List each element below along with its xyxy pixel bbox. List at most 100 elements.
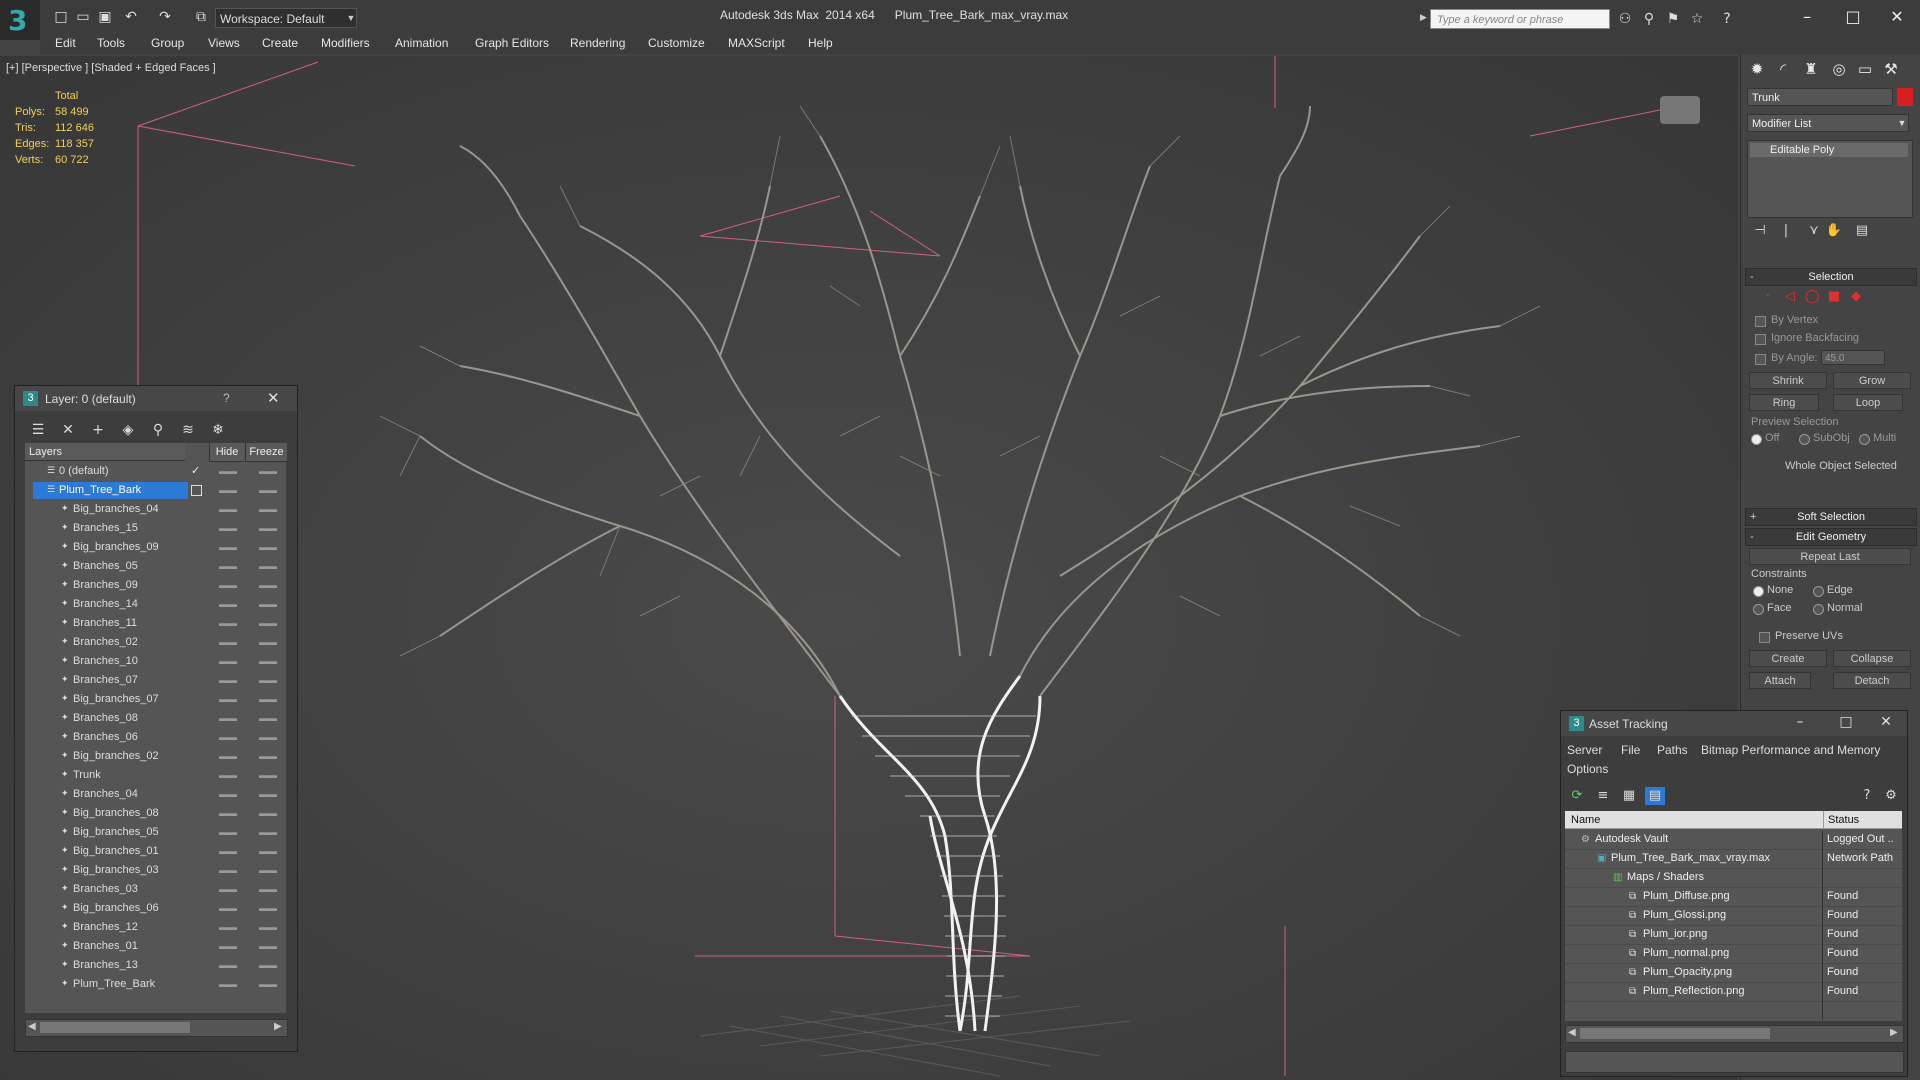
freeze-toggle[interactable]: ▬▬ — [259, 576, 277, 595]
layer-object-row[interactable]: ✦ Branches_01 ▬▬ ▬▬ — [25, 937, 286, 956]
layer-object-row[interactable]: ✦ Big_branches_05 ▬▬ ▬▬ — [25, 823, 286, 842]
freeze-toggle[interactable]: ▬▬ — [259, 538, 277, 557]
layer-row-plum-tree-bark[interactable]: ☰ Plum_Tree_Bark ▬▬ ▬▬ — [25, 481, 286, 500]
menu-maxscript[interactable]: MAXScript — [728, 36, 785, 50]
create-button[interactable]: Create — [1749, 650, 1827, 667]
motion-tab-icon[interactable]: ◎ — [1827, 58, 1851, 80]
layer-object-row[interactable]: ✦ Branches_04 ▬▬ ▬▬ — [25, 785, 286, 804]
polygon-mode-icon[interactable]: ■ — [1827, 290, 1841, 304]
freeze-toggle[interactable]: ▬▬ — [259, 652, 277, 671]
layer-window-titlebar[interactable]: 3 Layer: 0 (default) ? ✕ — [15, 386, 297, 411]
layer-horizontal-scrollbar[interactable]: ◀ ▶ — [25, 1019, 288, 1037]
freeze-toggle[interactable]: ▬▬ — [259, 823, 277, 842]
viewcube-icon[interactable] — [1660, 96, 1700, 124]
layer-object-row[interactable]: ✦ Branches_14 ▬▬ ▬▬ — [25, 595, 286, 614]
menu-rendering[interactable]: Rendering — [570, 36, 625, 50]
freeze-toggle[interactable]: ▬▬ — [259, 956, 277, 975]
freeze-toggle[interactable]: ▬▬ — [259, 899, 277, 918]
freeze-toggle[interactable]: ▬▬ — [259, 690, 277, 709]
name-column-header[interactable]: Name — [1565, 811, 1823, 829]
layer-object-row[interactable]: ✦ Big_branches_06 ▬▬ ▬▬ — [25, 899, 286, 918]
hide-toggle[interactable]: ▬▬ — [219, 747, 237, 766]
menu-modifiers[interactable]: Modifiers — [321, 36, 370, 50]
repeat-last-button[interactable]: Repeat Last — [1749, 548, 1911, 565]
asset-path-field[interactable] — [1565, 1051, 1904, 1073]
constraint-none-radio[interactable] — [1753, 586, 1764, 597]
asset-row[interactable]: ▥ Maps / Shaders — [1565, 868, 1902, 888]
object-name-field[interactable]: Trunk — [1747, 88, 1893, 106]
constraint-edge-radio[interactable] — [1813, 586, 1824, 597]
asset-row[interactable]: ⧉ Plum_Reflection.png Found — [1565, 982, 1902, 1002]
freeze-toggle[interactable]: ▬▬ — [259, 633, 277, 652]
freeze-toggle[interactable]: ▬▬ — [259, 728, 277, 747]
by-angle-spinner[interactable]: 45.0 — [1821, 350, 1885, 365]
freeze-column-header[interactable]: Freeze — [245, 443, 287, 462]
delete-layer-icon[interactable]: ✕ — [57, 420, 79, 440]
ring-button[interactable]: Ring — [1749, 394, 1819, 411]
edit-geometry-rollout-header[interactable]: - Edit Geometry — [1745, 528, 1917, 546]
by-vertex-checkbox[interactable] — [1755, 316, 1766, 327]
object-color-swatch[interactable] — [1897, 88, 1913, 106]
freeze-toggle[interactable]: ▬▬ — [259, 975, 277, 994]
hide-toggle[interactable]: ▬▬ — [219, 880, 237, 899]
constraint-face-radio[interactable] — [1753, 604, 1764, 615]
layer-object-row[interactable]: ✦ Big_branches_01 ▬▬ ▬▬ — [25, 842, 286, 861]
by-angle-checkbox[interactable] — [1755, 354, 1766, 365]
asset-menu-paths[interactable]: Paths — [1657, 743, 1688, 757]
hide-toggle[interactable]: ▬▬ — [219, 804, 237, 823]
attach-button[interactable]: Attach — [1749, 672, 1811, 689]
save-file-icon[interactable]: ▣ — [96, 8, 114, 26]
freeze-toggle[interactable]: ▬▬ — [259, 766, 277, 785]
close-icon[interactable]: ✕ — [1874, 4, 1920, 30]
modifier-stack[interactable]: Editable Poly — [1747, 140, 1913, 218]
asset-row[interactable]: ⧉ Plum_Glossi.png Found — [1565, 906, 1902, 926]
layer-object-row[interactable]: ✦ Big_branches_04 ▬▬ ▬▬ — [25, 500, 286, 519]
preview-multi-radio[interactable] — [1859, 434, 1870, 445]
freeze-toggle[interactable]: ▬▬ — [259, 880, 277, 899]
chevron-down-icon[interactable]: ▼ — [344, 8, 358, 28]
search-input[interactable]: Type a keyword or phrase — [1430, 9, 1610, 29]
asset-row[interactable]: ⚙ Autodesk Vault Logged Out .. — [1565, 830, 1902, 850]
highlight-layer-icon[interactable]: ⚲ — [147, 420, 169, 440]
shrink-button[interactable]: Shrink — [1749, 372, 1827, 389]
menu-help[interactable]: Help — [808, 36, 833, 50]
scroll-right-icon[interactable]: ▶ — [274, 1021, 282, 1032]
layer-row-default[interactable]: ☰ 0 (default) ✓ ▬▬ ▬▬ — [25, 462, 286, 481]
menu-group[interactable]: Group — [151, 36, 184, 50]
viewport-label[interactable]: [+] [Perspective ] [Shaded + Edged Faces… — [6, 62, 216, 74]
asset-row[interactable]: ⧉ Plum_ior.png Found — [1565, 925, 1902, 945]
loop-button[interactable]: Loop — [1833, 394, 1903, 411]
hide-toggle[interactable]: ▬▬ — [219, 671, 237, 690]
freeze-toggle[interactable]: ▬▬ — [259, 747, 277, 766]
close-icon[interactable]: ✕ — [1871, 714, 1901, 730]
freeze-toggle[interactable]: ▬▬ — [259, 937, 277, 956]
minimize-icon[interactable]: – — [1784, 4, 1830, 30]
selection-rollout-header[interactable]: - Selection — [1745, 268, 1917, 286]
menu-create[interactable]: Create — [262, 36, 298, 50]
element-mode-icon[interactable]: ◆ — [1849, 290, 1863, 304]
scroll-left-icon[interactable]: ◀ — [1568, 1027, 1576, 1038]
chevron-right-icon[interactable]: ▶ — [1420, 12, 1427, 23]
close-icon[interactable]: ✕ — [267, 389, 280, 407]
hide-toggle[interactable]: ▬▬ — [219, 842, 237, 861]
detach-button[interactable]: Detach — [1833, 672, 1911, 689]
hide-toggle[interactable]: ▬▬ — [219, 709, 237, 728]
help-icon[interactable]: ? — [223, 391, 230, 405]
soft-selection-rollout-header[interactable]: + Soft Selection — [1745, 508, 1917, 526]
app-logo-icon[interactable]: 3 — [0, 0, 40, 40]
utilities-tab-icon[interactable]: ⚒ — [1879, 58, 1903, 80]
help-icon[interactable]: ? — [1857, 787, 1877, 805]
chevron-down-icon[interactable]: ▼ — [1895, 114, 1909, 132]
collapse-button[interactable]: Collapse — [1833, 650, 1911, 667]
hide-toggle[interactable]: ▬▬ — [219, 614, 237, 633]
binoculars-icon[interactable]: ⚇ — [1616, 10, 1634, 28]
freeze-toggle[interactable]: ▬▬ — [259, 557, 277, 576]
scroll-right-icon[interactable]: ▶ — [1890, 1027, 1898, 1038]
freeze-all-icon[interactable]: ❄ — [207, 420, 229, 440]
asset-menu-options[interactable]: Options — [1567, 762, 1608, 776]
maximize-icon[interactable]: □ — [1830, 4, 1876, 30]
help-icon[interactable]: ? — [1718, 10, 1736, 28]
layer-object-row[interactable]: ✦ Branches_10 ▬▬ ▬▬ — [25, 652, 286, 671]
layer-object-row[interactable]: ✦ Branches_06 ▬▬ ▬▬ — [25, 728, 286, 747]
asset-row[interactable]: ⧉ Plum_Opacity.png Found — [1565, 963, 1902, 983]
